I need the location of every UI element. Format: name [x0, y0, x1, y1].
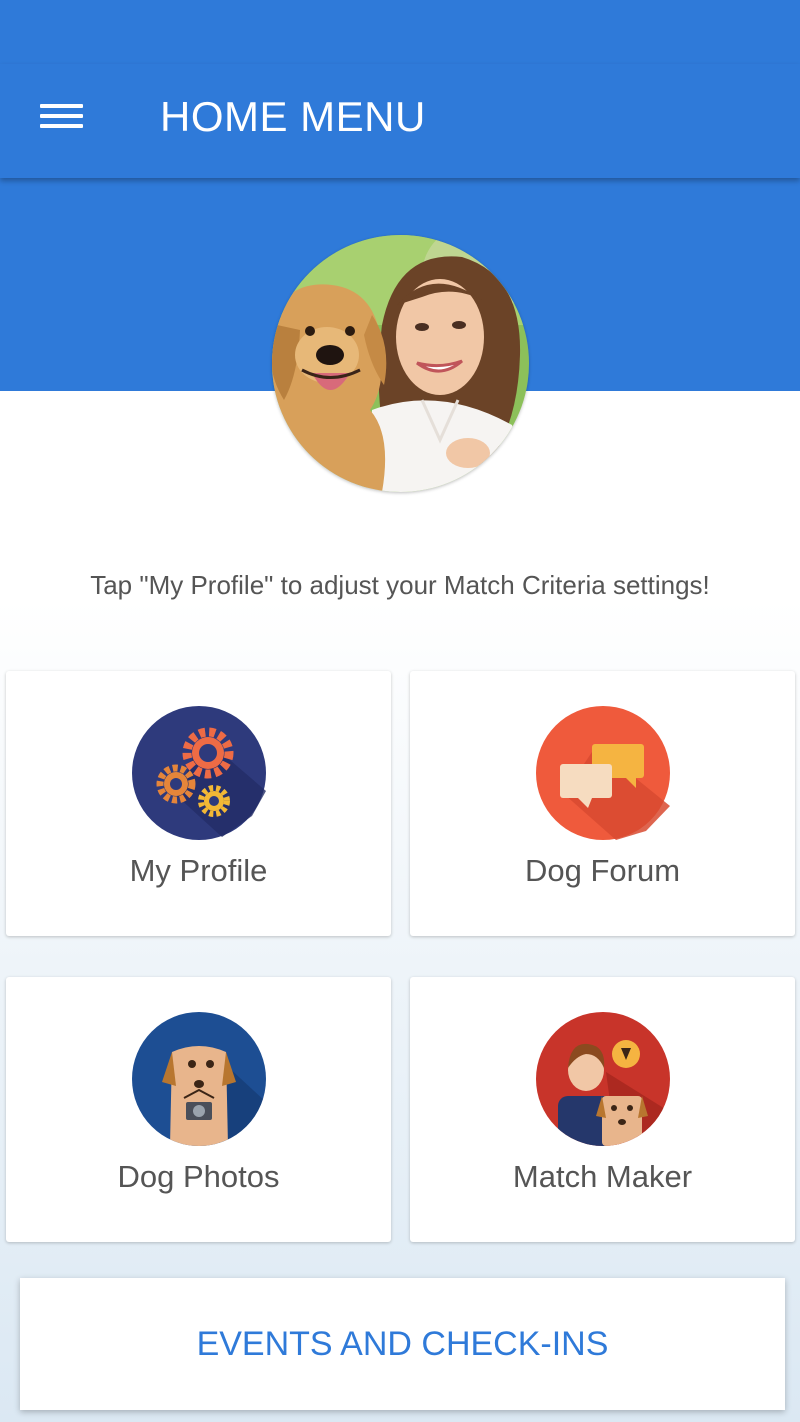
events-button-label: EVENTS AND CHECK-INS	[196, 1325, 609, 1363]
match-criteria-hint: Tap "My Profile" to adjust your Match Cr…	[90, 570, 710, 600]
hamburger-menu-icon[interactable]	[40, 100, 84, 132]
dog-forum-card[interactable]: Dog Forum	[410, 671, 795, 936]
avatar[interactable]	[272, 235, 529, 492]
dog-forum-label: Dog Forum	[524, 853, 681, 888]
gears-icon	[132, 706, 266, 840]
page-title: HOME MENU	[160, 93, 426, 140]
person-with-dog-icon	[536, 1012, 670, 1146]
match-maker-card[interactable]: Match Maker	[410, 977, 795, 1242]
status-bar	[0, 0, 800, 64]
my-profile-label: My Profile	[129, 853, 268, 888]
my-profile-card[interactable]: My Profile	[6, 671, 391, 936]
dog-photos-label: Dog Photos	[117, 1159, 280, 1194]
events-and-check-ins-button[interactable]: EVENTS AND CHECK-INS	[20, 1278, 785, 1410]
app-bar: HOME MENU	[0, 64, 800, 178]
chat-bubbles-icon	[536, 706, 670, 840]
dog-camera-icon	[132, 1012, 266, 1146]
dog-photos-card[interactable]: Dog Photos	[6, 977, 391, 1242]
match-maker-label: Match Maker	[512, 1159, 693, 1194]
